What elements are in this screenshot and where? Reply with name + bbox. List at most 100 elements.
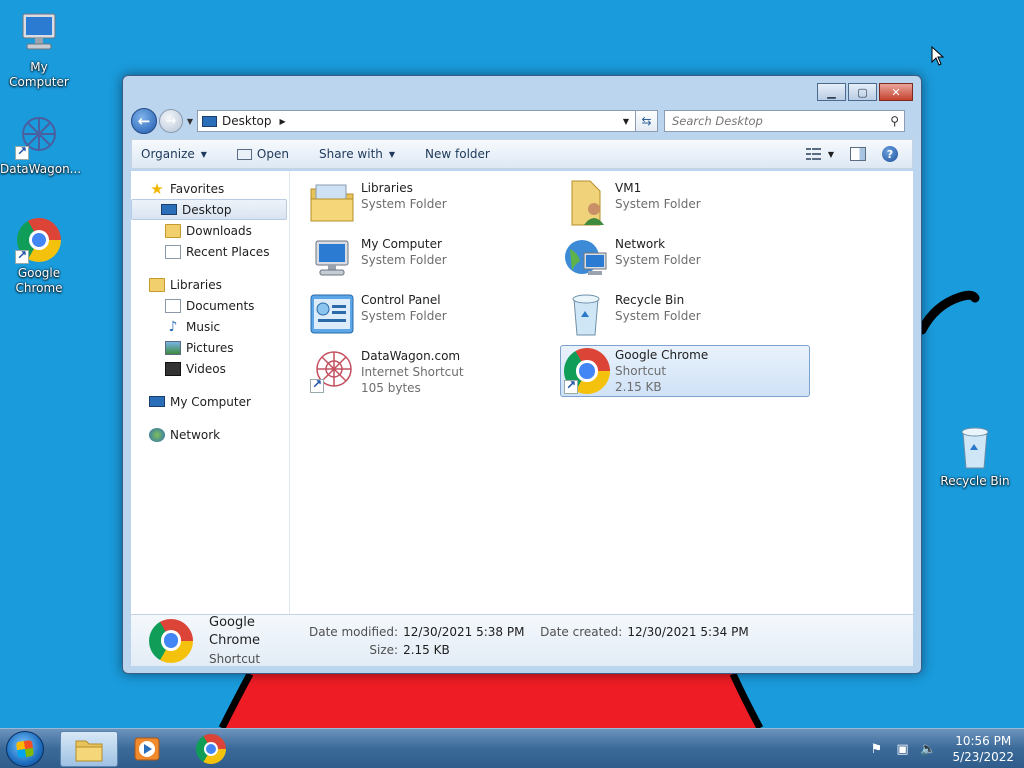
nav-desktop[interactable]: Desktop xyxy=(131,199,287,220)
breadcrumb-desktop[interactable]: Desktop xyxy=(222,114,272,128)
list-item[interactable]: Control Panel System Folder xyxy=(308,291,558,343)
share-with-button[interactable]: Share with ▼ xyxy=(319,147,395,161)
item-type: System Folder xyxy=(615,197,701,211)
organize-button[interactable]: Organize ▼ xyxy=(141,147,207,161)
volume-icon[interactable]: 🔈 xyxy=(920,741,936,757)
open-button[interactable]: Open xyxy=(236,147,289,161)
help-button[interactable]: ? xyxy=(882,146,898,162)
refresh-button[interactable]: ⇆ xyxy=(636,110,658,132)
nav-libraries[interactable]: Libraries xyxy=(131,274,289,295)
item-type: System Folder xyxy=(615,309,701,323)
new-folder-button[interactable]: New folder xyxy=(425,147,490,161)
minimize-button[interactable]: ▁ xyxy=(817,83,846,101)
taskbar: ⚑ ▣ 🔈 10:56 PM 5/23/2022 xyxy=(0,728,1024,768)
shortcut-arrow-icon xyxy=(15,144,29,160)
nav-music[interactable]: ♪ Music xyxy=(131,316,289,337)
item-type: System Folder xyxy=(361,197,447,211)
maximize-button[interactable]: ▢ xyxy=(848,83,877,101)
item-type: Shortcut xyxy=(615,364,667,378)
system-tray: ⚑ ▣ 🔈 10:56 PM 5/23/2022 xyxy=(868,729,1014,768)
desktop-icon-datawagon[interactable]: DataWagon... xyxy=(0,112,82,177)
list-item[interactable]: DataWagon.com Internet Shortcut 105 bytes xyxy=(308,347,558,399)
preview-pane-button[interactable] xyxy=(850,147,866,161)
taskbar-chrome-button[interactable] xyxy=(183,731,241,767)
nav-label: Network xyxy=(170,427,221,442)
open-icon xyxy=(236,148,252,160)
explorer-window[interactable]: ▁ ▢ ✕ ← → ▼ Desktop ▶ ▼ ⇆ ⚲ Organize ▼ Op… xyxy=(122,75,922,674)
item-name: Recycle Bin xyxy=(615,293,685,307)
nav-documents[interactable]: Documents xyxy=(131,295,289,316)
search-box[interactable]: ⚲ xyxy=(664,110,905,132)
nav-recent-places[interactable]: Recent Places xyxy=(131,241,289,262)
desktop-icon-label: My Computer xyxy=(9,60,69,89)
desktop-icon-recycle-bin[interactable]: Recycle Bin xyxy=(936,424,1014,489)
nav-pictures[interactable]: Pictures xyxy=(131,337,289,358)
minimize-icon: ▁ xyxy=(827,85,836,99)
change-view-button[interactable]: ▼ xyxy=(805,147,834,161)
item-name: Libraries xyxy=(361,181,413,195)
desktop-icon-label: Google Chrome xyxy=(15,266,63,295)
file-list[interactable]: Libraries System Folder VM1 System Folder … xyxy=(290,171,913,614)
chrome-icon xyxy=(149,618,193,663)
desktop-icon-label: DataWagon... xyxy=(0,162,82,176)
item-size: 2.15 KB xyxy=(615,380,662,394)
libraries-icon xyxy=(149,277,165,292)
desktop-icon-my-computer[interactable]: My Computer xyxy=(0,10,78,90)
back-button[interactable]: ← xyxy=(131,108,157,134)
close-icon: ✕ xyxy=(891,85,901,99)
breadcrumb-chevron-icon[interactable]: ▶ xyxy=(280,117,286,126)
details-type: Shortcut xyxy=(209,651,261,666)
nav-downloads[interactable]: Downloads xyxy=(131,220,289,241)
internet-shortcut-icon xyxy=(308,347,356,395)
shortcut-arrow-icon xyxy=(564,378,578,394)
nav-label: Libraries xyxy=(170,277,222,292)
new-folder-label: New folder xyxy=(425,147,490,161)
nav-label: Music xyxy=(186,319,221,334)
item-name: Control Panel xyxy=(361,293,441,307)
chrome-shortcut-icon xyxy=(15,216,63,264)
window-titlebar[interactable]: ▁ ▢ ✕ xyxy=(123,76,921,104)
action-center-flag-icon[interactable]: ⚑ xyxy=(868,741,884,757)
search-icon[interactable]: ⚲ xyxy=(890,114,899,128)
desktop-icon-google-chrome[interactable]: Google Chrome xyxy=(0,216,78,296)
clock-date: 5/23/2022 xyxy=(952,750,1014,764)
item-name: My Computer xyxy=(361,237,442,251)
nav-my-computer[interactable]: My Computer xyxy=(131,391,289,412)
documents-icon xyxy=(165,298,181,313)
recycle-bin-icon xyxy=(951,424,999,472)
libraries-folder-icon xyxy=(308,179,356,227)
open-label: Open xyxy=(256,147,289,161)
nav-favorites[interactable]: ★ Favorites xyxy=(131,178,289,199)
network-status-icon[interactable]: ▣ xyxy=(894,741,910,757)
search-input[interactable] xyxy=(672,114,872,128)
control-panel-icon xyxy=(308,291,356,339)
item-name: Google Chrome xyxy=(615,348,709,362)
taskbar-explorer-button[interactable] xyxy=(60,731,118,767)
navigation-pane[interactable]: ★ Favorites Desktop Downloads Recent Plac… xyxy=(131,171,290,614)
list-item-selected[interactable]: Google Chrome Shortcut 2.15 KB xyxy=(560,345,810,397)
size-label: Size: xyxy=(369,642,399,657)
list-item[interactable]: Network System Folder xyxy=(562,235,812,287)
nav-videos[interactable]: Videos xyxy=(131,358,289,379)
recent-pages-dropdown[interactable]: ▼ xyxy=(185,117,195,126)
command-bar: Organize ▼ Open Share with ▼ New folder ▼ … xyxy=(131,139,913,169)
list-item[interactable]: My Computer System Folder xyxy=(308,235,558,287)
desktop-icon xyxy=(161,204,177,215)
clock[interactable]: 10:56 PM 5/23/2022 xyxy=(952,733,1014,765)
item-type: System Folder xyxy=(361,309,447,323)
taskbar-media-player-button[interactable] xyxy=(119,731,177,767)
address-dropdown-icon[interactable]: ▼ xyxy=(623,117,629,126)
music-icon: ♪ xyxy=(168,318,178,335)
list-item[interactable]: Recycle Bin System Folder xyxy=(562,291,812,343)
address-bar[interactable]: Desktop ▶ ▼ xyxy=(197,110,636,132)
nav-network[interactable]: Network xyxy=(131,424,289,445)
start-button[interactable] xyxy=(6,731,44,767)
close-button[interactable]: ✕ xyxy=(879,83,913,101)
back-arrow-icon: ← xyxy=(137,112,151,130)
list-item[interactable]: VM1 System Folder xyxy=(562,179,812,231)
list-item[interactable]: Libraries System Folder xyxy=(308,179,558,231)
details-name: Google Chrome xyxy=(209,614,260,648)
nav-label: Downloads xyxy=(186,223,252,238)
forward-button[interactable]: → xyxy=(159,109,183,133)
date-modified-value: 12/30/2021 5:38 PM xyxy=(403,624,525,639)
